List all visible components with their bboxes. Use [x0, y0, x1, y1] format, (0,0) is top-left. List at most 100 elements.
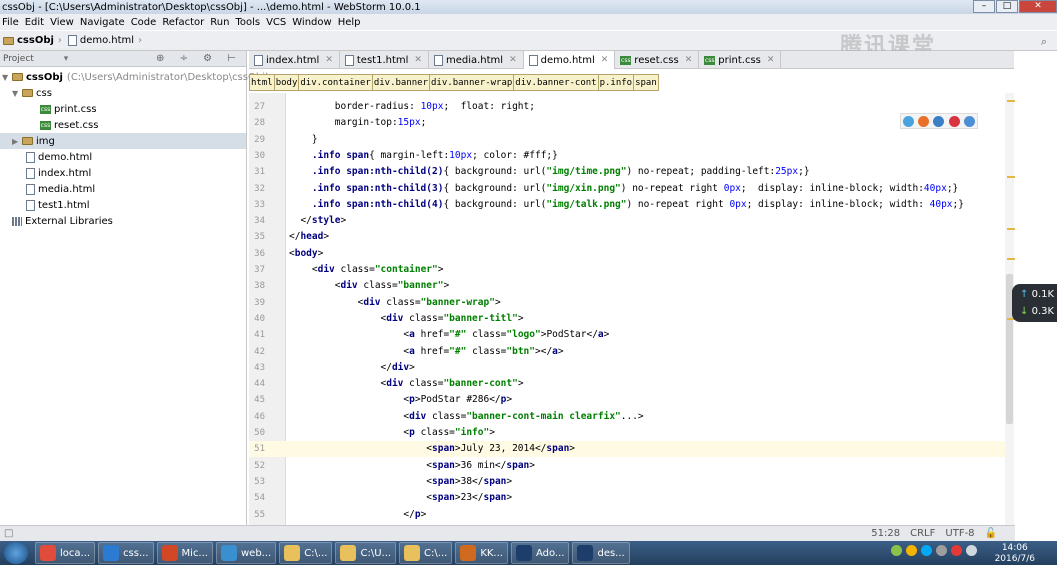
tag-crumb[interactable]: html — [249, 74, 275, 91]
code-line[interactable]: 54 <span>23</span> — [249, 490, 1014, 506]
code-line[interactable]: 40 <div class="banner-titl"> — [249, 311, 1014, 327]
file-encoding[interactable]: UTF-8 — [945, 528, 974, 539]
taskbar-button[interactable]: loca... — [35, 542, 96, 564]
code-line[interactable]: 42 <a href="#" class="btn"></a> — [249, 344, 1014, 360]
close-tab-icon[interactable]: ✕ — [767, 55, 775, 65]
code-line[interactable]: 46 <div class="banner-cont-main clearfix… — [249, 409, 1014, 425]
code-text[interactable]: </p> — [289, 507, 426, 523]
tab-test1-html[interactable]: test1.html ✕ — [340, 51, 429, 69]
code-line[interactable]: 55 </p> — [249, 507, 1014, 523]
code-text[interactable]: <div class="banner-cont"> — [289, 376, 524, 392]
code-text[interactable]: <span>July 23, 2014</span> — [289, 441, 575, 457]
safari-icon[interactable] — [933, 115, 945, 127]
search-icon[interactable]: ⌕ — [1041, 35, 1047, 49]
ie-icon[interactable] — [963, 115, 975, 127]
tray-icon[interactable] — [906, 545, 917, 556]
tab-media-html[interactable]: media.html ✕ — [429, 51, 524, 69]
dropdown-arrow-icon[interactable]: ▾ — [64, 54, 69, 64]
code-line[interactable]: 44 <div class="banner-cont"> — [249, 376, 1014, 392]
collapse-arrow-icon[interactable]: ▶ — [12, 137, 22, 146]
code-line[interactable]: 52 <span>36 min</span> — [249, 458, 1014, 474]
tree-file-media-html[interactable]: media.html — [26, 181, 95, 197]
code-line[interactable]: 31 .info span:nth-child(2){ background: … — [249, 164, 1014, 180]
code-text[interactable]: <div class="banner-wrap"> — [289, 295, 501, 311]
code-text[interactable]: <div class="container"> — [289, 262, 444, 278]
taskbar-button[interactable]: web... — [215, 542, 277, 564]
taskbar-button[interactable]: Ado... — [510, 542, 570, 564]
code-line[interactable]: 41 <a href="#" class="logo">PodStar</a> — [249, 327, 1014, 343]
code-text[interactable]: <span>38</span> — [289, 474, 512, 490]
tree-file-index-html[interactable]: index.html — [26, 165, 91, 181]
code-text[interactable]: <p class="info"> — [289, 425, 495, 441]
code-line[interactable]: 38 <div class="banner"> — [249, 278, 1014, 294]
code-line[interactable]: 29 } — [249, 132, 1014, 148]
tray-icon[interactable] — [891, 545, 902, 556]
code-text[interactable]: <div class="banner"> — [289, 278, 449, 294]
code-text[interactable]: <body> — [289, 246, 323, 262]
code-text[interactable]: </head> — [289, 229, 329, 245]
code-line[interactable]: 33 .info span:nth-child(4){ background: … — [249, 197, 1014, 213]
code-line[interactable]: 51 <span>July 23, 2014</span> — [249, 441, 1014, 458]
menu-window[interactable]: Window — [290, 17, 335, 28]
tray-icon[interactable] — [921, 545, 932, 556]
code-text[interactable]: .info span:nth-child(4){ background: url… — [289, 197, 964, 213]
tag-crumb[interactable]: div.banner — [371, 74, 431, 91]
code-line[interactable]: 39 <div class="banner-wrap"> — [249, 295, 1014, 311]
clock[interactable]: 14:06 2016/7/6 — [995, 543, 1035, 565]
code-line[interactable]: 34 </style> — [249, 213, 1014, 229]
breadcrumb-file[interactable]: demo.html › — [67, 35, 142, 46]
code-text[interactable]: margin-top:15px; — [289, 115, 427, 131]
code-text[interactable]: .info span{ margin-left:10px; color: #ff… — [289, 148, 558, 164]
menu-file[interactable]: File — [0, 17, 23, 28]
status-square-icon[interactable]: □ — [4, 528, 13, 539]
code-text[interactable]: .info span:nth-child(2){ background: url… — [289, 164, 810, 180]
tab-print-css[interactable]: css print.css ✕ — [699, 51, 782, 69]
tag-crumb[interactable]: div.banner-wrap — [429, 74, 515, 91]
close-tab-icon[interactable]: ✕ — [509, 55, 517, 65]
taskbar-button[interactable]: C:\... — [279, 542, 333, 564]
close-button[interactable]: ✕ — [1019, 0, 1057, 13]
taskbar-button[interactable]: css... — [98, 542, 154, 564]
code-text[interactable]: </div> — [289, 360, 415, 376]
tree-file-reset-css[interactable]: css reset.css — [40, 117, 98, 133]
tab-demo-html[interactable]: demo.html ✕ — [523, 51, 616, 69]
tag-crumb[interactable]: span — [633, 74, 659, 91]
menu-run[interactable]: Run — [208, 17, 233, 28]
tray-icon[interactable] — [936, 545, 947, 556]
maximize-button[interactable]: □ — [996, 0, 1018, 13]
code-line[interactable]: 37 <div class="container"> — [249, 262, 1014, 278]
code-text[interactable]: <div class="banner-titl"> — [289, 311, 524, 327]
code-text[interactable]: border-radius: 10px; float: right; — [289, 99, 535, 115]
taskbar-button[interactable]: C:\U... — [335, 542, 397, 564]
minimize-button[interactable]: – — [973, 0, 995, 13]
code-editor[interactable]: 27 border-radius: 10px; float: right; 28 … — [249, 93, 1014, 525]
code-line[interactable]: 32 .info span:nth-child(3){ background: … — [249, 181, 1014, 197]
line-separator[interactable]: CRLF — [910, 528, 935, 539]
taskbar-button[interactable]: C:\... — [399, 542, 453, 564]
code-text[interactable]: <p>PodStar #286</p> — [289, 392, 512, 408]
code-text[interactable]: <div class="banner-cont-main clearfix"..… — [289, 409, 643, 425]
code-text[interactable]: <span>23</span> — [289, 490, 512, 506]
tab-reset-css[interactable]: css reset.css ✕ — [615, 51, 700, 69]
close-tab-icon[interactable]: ✕ — [685, 55, 693, 65]
tab-index-html[interactable]: index.html ✕ — [249, 51, 340, 69]
tree-file-print-css[interactable]: css print.css — [40, 101, 97, 117]
tag-crumb[interactable]: p.info — [597, 74, 635, 91]
tag-crumb[interactable]: div.banner-cont — [513, 74, 599, 91]
project-view-select[interactable]: Project — [3, 54, 34, 64]
expand-arrow-icon[interactable]: ▼ — [2, 73, 12, 82]
code-line[interactable]: 30 .info span{ margin-left:10px; color: … — [249, 148, 1014, 164]
code-line[interactable]: 50 <p class="info"> — [249, 425, 1014, 441]
opera-icon[interactable] — [948, 115, 960, 127]
code-line[interactable]: 36 <body> — [249, 246, 1014, 262]
start-button[interactable] — [4, 542, 28, 564]
code-line[interactable]: 45 <p>PodStar #286</p> — [249, 392, 1014, 408]
menu-help[interactable]: Help — [336, 17, 365, 28]
code-text[interactable]: } — [289, 132, 318, 148]
menu-edit[interactable]: Edit — [23, 17, 48, 28]
menu-code[interactable]: Code — [129, 17, 161, 28]
code-text[interactable]: <a href="#" class="btn"></a> — [289, 344, 563, 360]
code-text[interactable]: .info span:nth-child(3){ background: url… — [289, 181, 958, 197]
menu-navigate[interactable]: Navigate — [78, 17, 129, 28]
close-tab-icon[interactable]: ✕ — [325, 55, 333, 65]
